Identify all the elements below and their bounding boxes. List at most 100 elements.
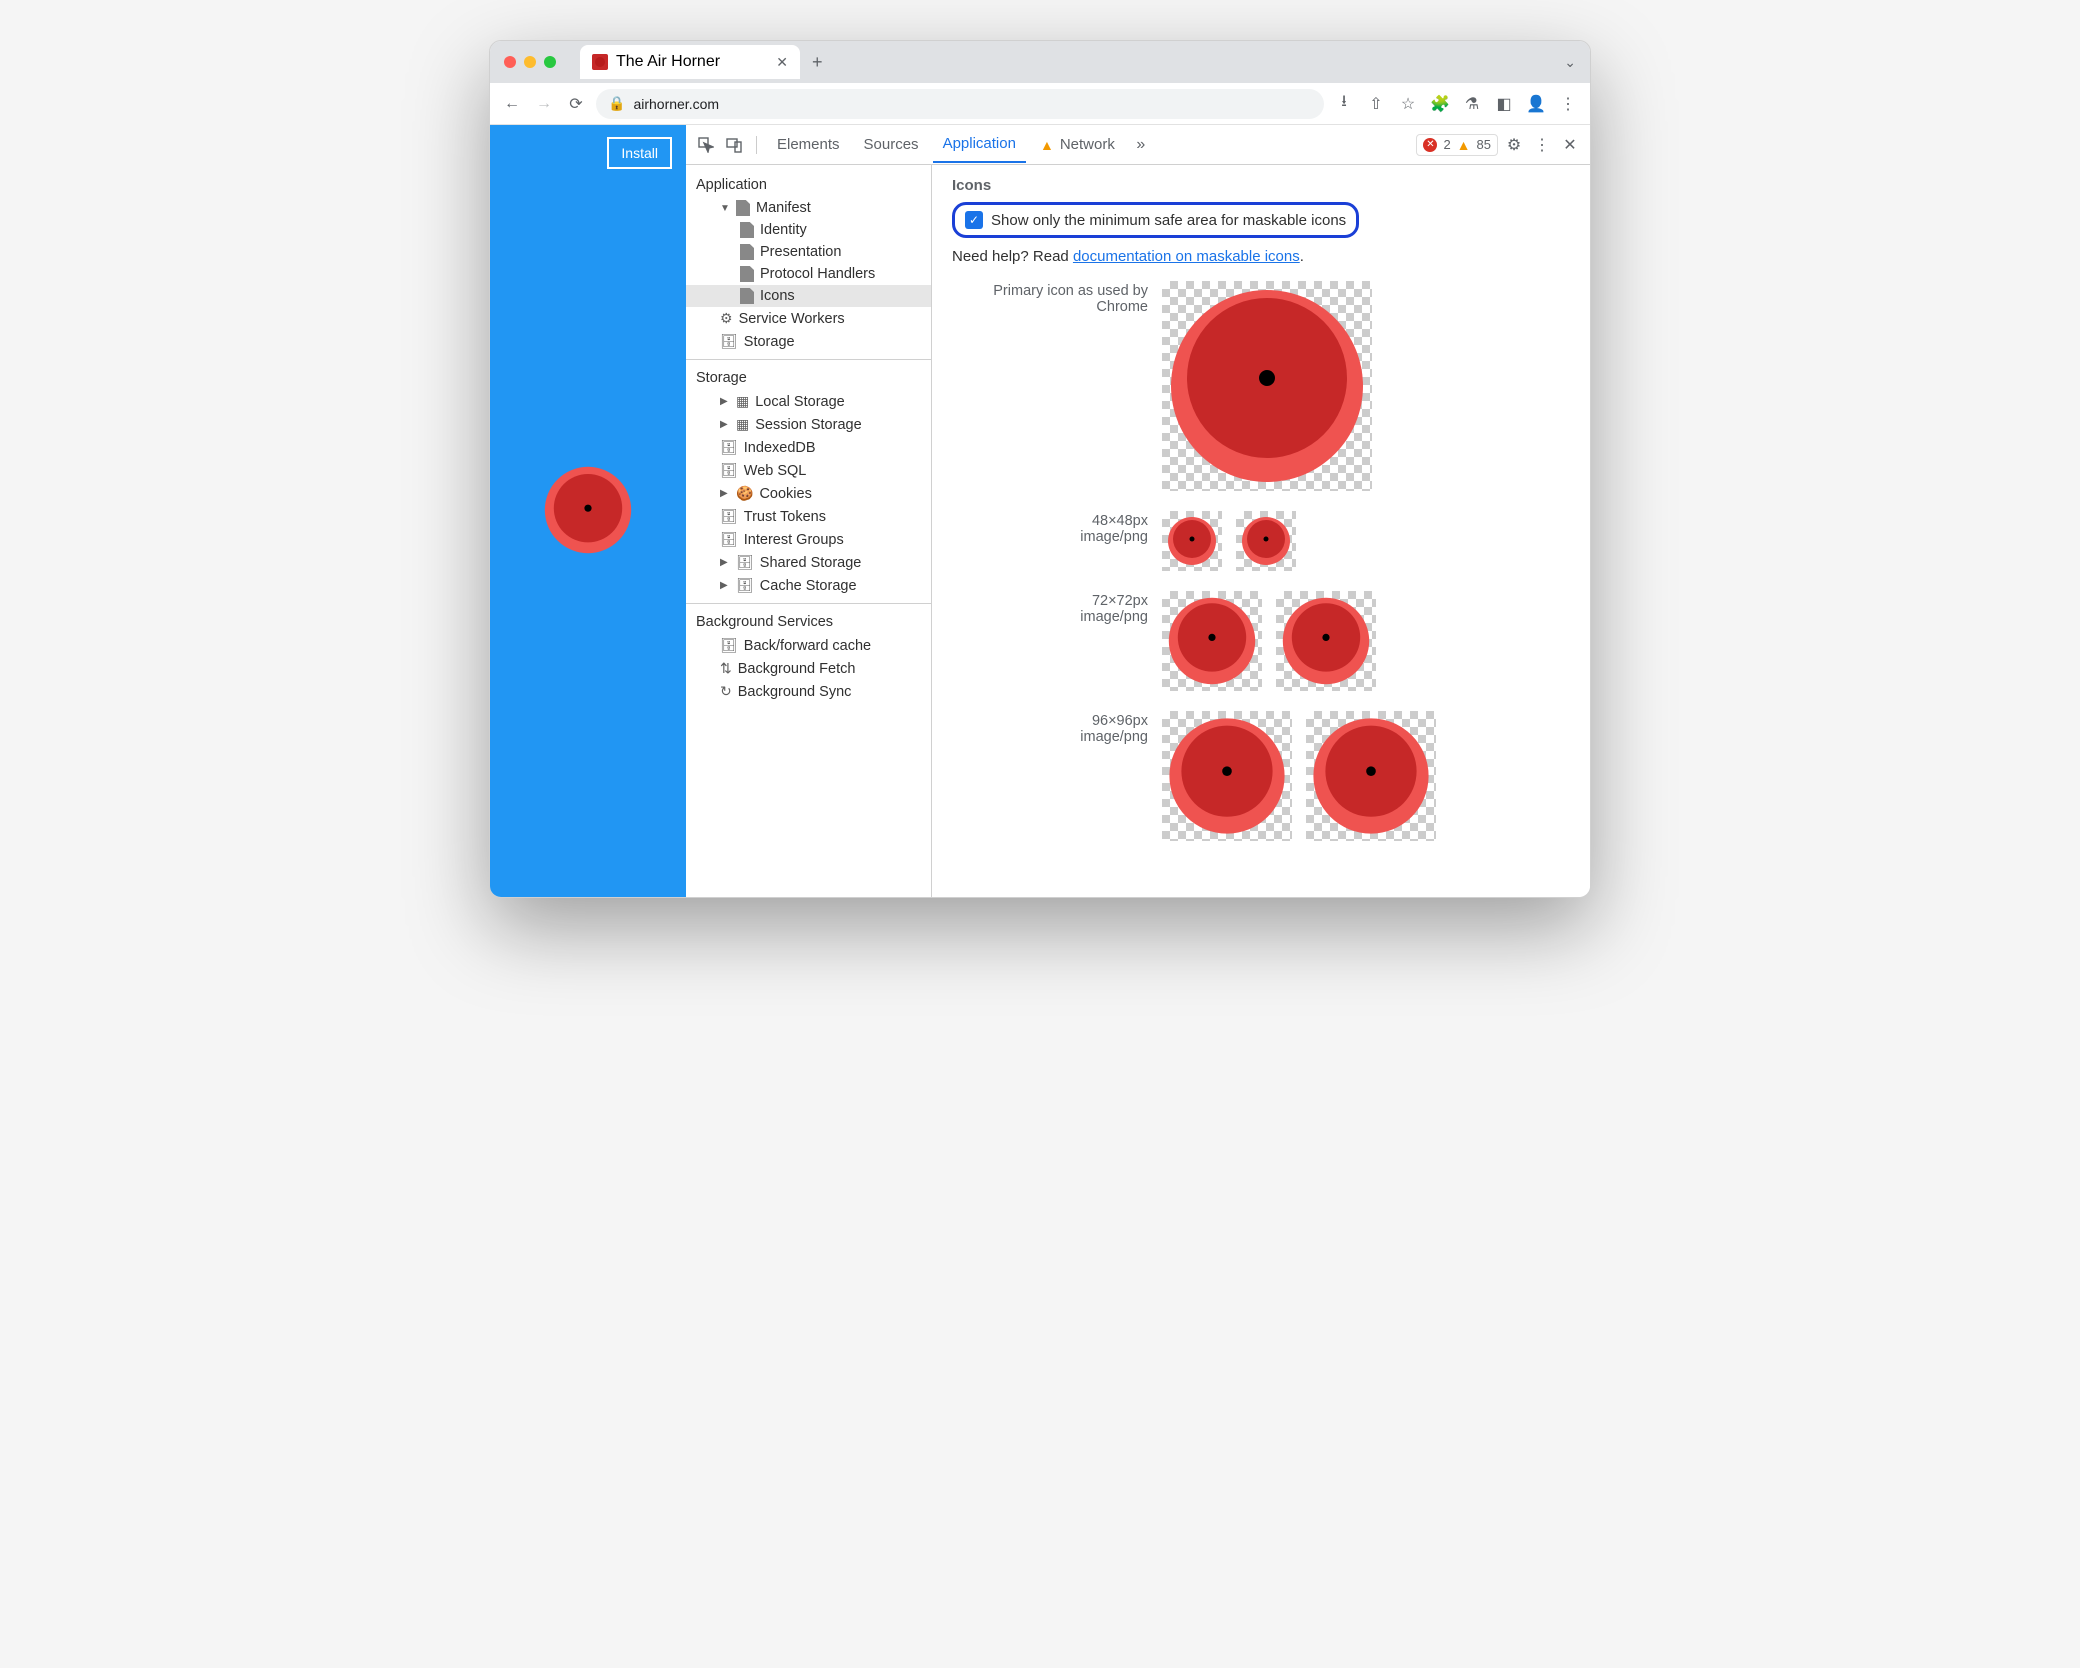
- share-icon[interactable]: ⇧: [1364, 92, 1388, 116]
- lock-icon: 🔒: [608, 95, 625, 112]
- panel-heading: Icons: [952, 177, 1570, 194]
- traffic-lights: [504, 56, 556, 68]
- tab-network[interactable]: ▲Network: [1030, 127, 1125, 162]
- tabs-menu-icon[interactable]: ⌄: [1564, 54, 1576, 71]
- error-count: 2: [1443, 137, 1450, 152]
- tab-title: The Air Horner: [616, 53, 720, 71]
- tab-sources[interactable]: Sources: [854, 127, 929, 162]
- sidepanel-icon[interactable]: ◧: [1492, 92, 1516, 116]
- table-icon: ▦: [736, 393, 749, 410]
- help-line: Need help? Read documentation on maskabl…: [952, 248, 1570, 265]
- cookie-icon: 🍪: [736, 485, 753, 502]
- icon-row-72: 72×72px image/png: [952, 591, 1570, 691]
- new-tab-button[interactable]: +: [812, 52, 823, 73]
- favicon-icon: [592, 54, 608, 70]
- sidebar-item-identity[interactable]: Identity: [686, 219, 931, 241]
- bookmark-icon[interactable]: ☆: [1396, 92, 1420, 116]
- file-icon: [740, 266, 754, 282]
- warning-count: 85: [1477, 137, 1491, 152]
- sidebar-item-indexeddb[interactable]: 🗄IndexedDB: [686, 436, 931, 459]
- application-sidebar: Application ▼Manifest Identity Presentat…: [686, 165, 932, 897]
- sidebar-item-shared-storage[interactable]: ▶🗄Shared Storage: [686, 551, 931, 574]
- section-background: Background Services: [686, 610, 931, 634]
- url-text: airhorner.com: [633, 96, 719, 112]
- error-icon: ✕: [1423, 138, 1437, 152]
- sidebar-item-session-storage[interactable]: ▶▦Session Storage: [686, 413, 931, 436]
- database-icon: 🗄: [720, 531, 738, 548]
- profile-icon[interactable]: 👤: [1524, 92, 1548, 116]
- reload-button[interactable]: ⟳: [564, 92, 588, 116]
- page-viewport: Install: [490, 125, 686, 897]
- docs-link[interactable]: documentation on maskable icons: [1073, 248, 1300, 265]
- devtools-close-icon[interactable]: ✕: [1558, 133, 1582, 157]
- browser-window: The Air Horner ✕ + ⌄ ← → ⟳ 🔒 airhorner.c…: [489, 40, 1591, 898]
- sidebar-item-interest-groups[interactable]: 🗄Interest Groups: [686, 528, 931, 551]
- file-icon: [740, 244, 754, 260]
- maximize-window-icon[interactable]: [544, 56, 556, 68]
- device-mode-icon[interactable]: [722, 133, 746, 157]
- browser-tab[interactable]: The Air Horner ✕: [580, 45, 800, 79]
- sidebar-item-bfcache[interactable]: 🗄Back/forward cache: [686, 634, 931, 657]
- checkbox-icon[interactable]: ✓: [965, 211, 983, 229]
- chrome-menu-icon[interactable]: ⋮: [1556, 92, 1580, 116]
- icon-preview: [1236, 511, 1296, 571]
- sidebar-item-presentation[interactable]: Presentation: [686, 241, 931, 263]
- database-icon: 🗄: [736, 577, 754, 594]
- inspect-icon[interactable]: [694, 133, 718, 157]
- install-button[interactable]: Install: [607, 137, 672, 169]
- maskable-checkbox-row[interactable]: ✓ Show only the minimum safe area for ma…: [952, 202, 1359, 238]
- address-bar: ← → ⟳ 🔒 airhorner.com ⭳ ⇧ ☆ 🧩 ⚗ ◧ 👤 ⋮: [490, 83, 1590, 125]
- warning-icon: ▲: [1457, 137, 1471, 153]
- sidebar-item-storage[interactable]: 🗄Storage: [686, 330, 931, 353]
- omnibox[interactable]: 🔒 airhorner.com: [596, 89, 1324, 119]
- minimize-window-icon[interactable]: [524, 56, 536, 68]
- content-area: Install Elements Sources Application ▲Ne…: [490, 125, 1590, 897]
- checkbox-label: Show only the minimum safe area for mask…: [991, 212, 1346, 229]
- sidebar-item-manifest[interactable]: ▼Manifest: [686, 197, 931, 219]
- sidebar-item-cookies[interactable]: ▶🍪Cookies: [686, 482, 931, 505]
- database-icon: 🗄: [720, 462, 738, 479]
- sidebar-item-background-sync[interactable]: ↻Background Sync: [686, 680, 931, 703]
- section-application: Application: [686, 173, 931, 197]
- icon-preview: [1162, 511, 1222, 571]
- extensions-icon[interactable]: 🧩: [1428, 92, 1452, 116]
- close-window-icon[interactable]: [504, 56, 516, 68]
- sidebar-item-trust-tokens[interactable]: 🗄Trust Tokens: [686, 505, 931, 528]
- section-storage: Storage: [686, 366, 931, 390]
- back-button[interactable]: ←: [500, 92, 524, 116]
- labs-icon[interactable]: ⚗: [1460, 92, 1484, 116]
- file-icon: [736, 200, 750, 216]
- more-tabs-icon[interactable]: »: [1129, 133, 1153, 157]
- gear-icon: ⚙: [720, 310, 733, 327]
- sidebar-item-cache-storage[interactable]: ▶🗄Cache Storage: [686, 574, 931, 597]
- install-pwa-icon[interactable]: ⭳: [1332, 92, 1356, 116]
- devtools-toolbar: Elements Sources Application ▲Network » …: [686, 125, 1590, 165]
- database-icon: 🗄: [720, 333, 738, 350]
- table-icon: ▦: [736, 416, 749, 433]
- devtools-settings-icon[interactable]: ⚙: [1502, 133, 1526, 157]
- forward-button[interactable]: →: [532, 92, 556, 116]
- tab-close-icon[interactable]: ✕: [776, 54, 788, 71]
- icon-preview: [1162, 281, 1372, 491]
- issue-counts[interactable]: ✕ 2 ▲ 85: [1416, 134, 1498, 156]
- sidebar-item-local-storage[interactable]: ▶▦Local Storage: [686, 390, 931, 413]
- file-icon: [740, 288, 754, 304]
- database-icon: 🗄: [720, 439, 738, 456]
- warning-icon: ▲: [1040, 137, 1054, 153]
- sidebar-item-icons[interactable]: Icons: [686, 285, 931, 307]
- sidebar-item-websql[interactable]: 🗄Web SQL: [686, 459, 931, 482]
- fetch-icon: ⇅: [720, 660, 732, 677]
- window-titlebar: The Air Horner ✕ + ⌄: [490, 41, 1590, 83]
- icon-row-96: 96×96px image/png: [952, 711, 1570, 841]
- airhorn-graphic[interactable]: [543, 465, 633, 555]
- devtools-menu-icon[interactable]: ⋮: [1530, 133, 1554, 157]
- tab-elements[interactable]: Elements: [767, 127, 850, 162]
- sidebar-item-background-fetch[interactable]: ⇅Background Fetch: [686, 657, 931, 680]
- sidebar-item-service-workers[interactable]: ⚙Service Workers: [686, 307, 931, 330]
- icon-preview: [1162, 591, 1262, 691]
- sidebar-item-protocol-handlers[interactable]: Protocol Handlers: [686, 263, 931, 285]
- icon-preview: [1162, 711, 1292, 841]
- icons-panel: Icons ✓ Show only the minimum safe area …: [932, 165, 1590, 897]
- sync-icon: ↻: [720, 683, 732, 700]
- tab-application[interactable]: Application: [933, 126, 1026, 163]
